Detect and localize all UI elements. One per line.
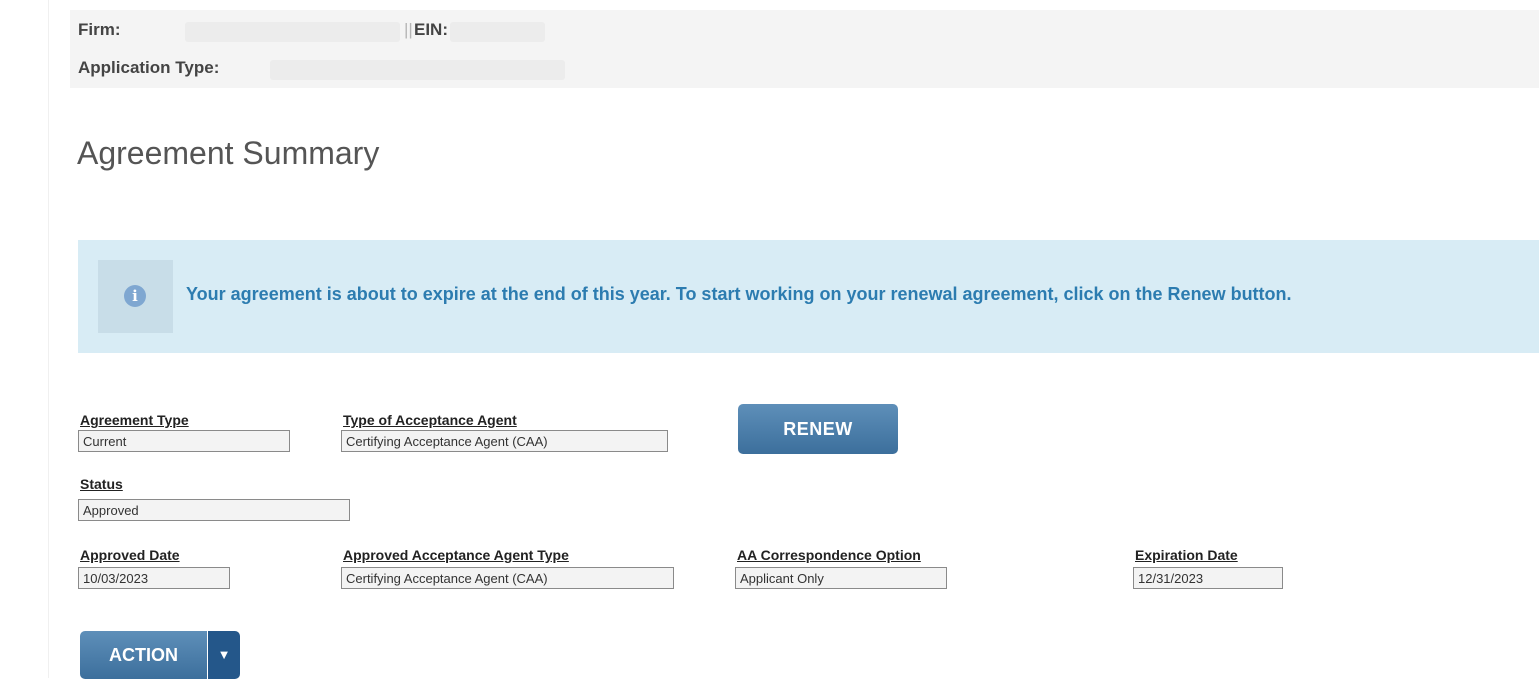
status-label: Status: [80, 476, 123, 492]
ein-value-redacted: [450, 22, 545, 42]
correspondence-option-label: AA Correspondence Option: [737, 547, 921, 563]
renew-button[interactable]: RENEW: [738, 404, 898, 454]
acceptance-agent-type-label: Type of Acceptance Agent: [343, 412, 517, 428]
agreement-type-field: Current: [78, 430, 290, 452]
firm-value-redacted: [185, 22, 400, 42]
firm-label: Firm:: [78, 20, 121, 39]
correspondence-option-field: Applicant Only: [735, 567, 947, 589]
alert-message: Your agreement is about to expire at the…: [186, 284, 1292, 304]
left-rail: [0, 0, 49, 678]
renewal-alert: i Your agreement is about to expire at t…: [78, 240, 1539, 353]
action-button[interactable]: ACTION: [80, 631, 207, 679]
approved-agent-type-field: Certifying Acceptance Agent (CAA): [341, 567, 674, 589]
alert-icon-container: i: [98, 260, 173, 333]
page-title: Agreement Summary: [77, 135, 380, 171]
expiration-date-field: 12/31/2023: [1133, 567, 1283, 589]
approved-date-label: Approved Date: [80, 547, 180, 563]
info-icon: i: [124, 285, 146, 307]
header-divider: ||: [404, 20, 413, 39]
acceptance-agent-type-field: Certifying Acceptance Agent (CAA): [341, 430, 668, 452]
expiration-date-label: Expiration Date: [1135, 547, 1238, 563]
caret-down-icon[interactable]: ▼: [208, 631, 240, 679]
approved-date-field: 10/03/2023: [78, 567, 230, 589]
application-type-value-redacted: [270, 60, 565, 80]
approved-agent-type-label: Approved Acceptance Agent Type: [343, 547, 569, 563]
agreement-type-label: Agreement Type: [80, 412, 189, 428]
status-field: Approved: [78, 499, 350, 521]
header-bar: Firm: || EIN: Application Type:: [70, 10, 1539, 88]
action-dropdown-button[interactable]: ACTION ▼: [80, 631, 240, 679]
application-type-label: Application Type:: [78, 58, 220, 77]
ein-label: EIN:: [414, 20, 448, 39]
